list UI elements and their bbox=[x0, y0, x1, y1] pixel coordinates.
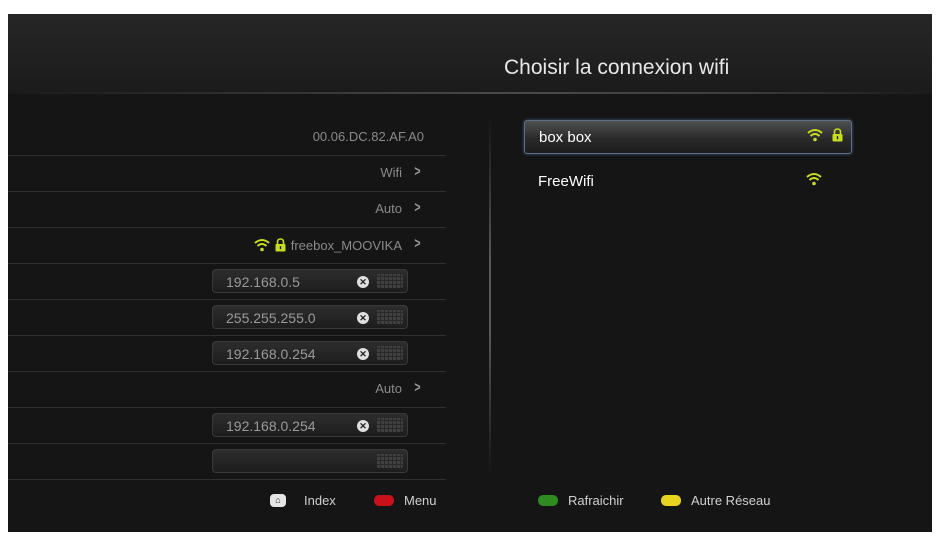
index-hint[interactable]: ⌂ Index bbox=[270, 492, 336, 508]
wifi-network-list: box box FreeWifi bbox=[524, 120, 854, 208]
gateway-field[interactable]: 192.168.0.254 ✕ bbox=[212, 341, 408, 365]
wifi-icon bbox=[254, 238, 270, 252]
menu-hint[interactable]: Menu bbox=[374, 492, 437, 508]
red-key-icon bbox=[374, 494, 394, 506]
connection-type-row[interactable]: Wifi > bbox=[8, 155, 446, 192]
subnet-mask-field[interactable]: 255.255.255.0 ✕ bbox=[212, 305, 408, 329]
dns-secondary-row bbox=[8, 443, 446, 480]
menu-label: Menu bbox=[404, 492, 437, 508]
index-label: Index bbox=[304, 492, 336, 508]
keyboard-icon[interactable] bbox=[377, 310, 403, 324]
network-name: box box bbox=[539, 129, 592, 146]
green-key-icon bbox=[538, 494, 558, 506]
dns-primary-row: 192.168.0.254 ✕ bbox=[8, 407, 446, 444]
clear-icon[interactable]: ✕ bbox=[357, 312, 369, 324]
lock-icon bbox=[275, 238, 286, 252]
clear-icon[interactable]: ✕ bbox=[357, 420, 369, 432]
wifi-icon bbox=[806, 172, 822, 186]
ip-mode-row[interactable]: Auto > bbox=[8, 191, 446, 228]
refresh-hint[interactable]: Rafraichir bbox=[538, 492, 624, 508]
gateway-value: 192.168.0.254 bbox=[226, 346, 316, 362]
panel-divider bbox=[489, 119, 491, 474]
ip-address-row: 192.168.0.5 ✕ bbox=[8, 263, 446, 300]
network-item[interactable]: FreeWifi bbox=[524, 165, 850, 197]
lock-icon bbox=[832, 128, 843, 142]
chevron-right-icon: > bbox=[414, 379, 421, 396]
current-network-info: freebox_MOOVIKA bbox=[254, 235, 402, 255]
clear-icon[interactable]: ✕ bbox=[357, 276, 369, 288]
keyboard-icon[interactable] bbox=[377, 274, 403, 288]
yellow-key-icon bbox=[661, 494, 681, 506]
network-settings-panel: 00.06.DC.82.AF.A0 Wifi > Auto > freebox_… bbox=[8, 119, 448, 489]
refresh-label: Rafraichir bbox=[568, 492, 624, 508]
home-icon: ⌂ bbox=[270, 493, 286, 507]
page-title: Choisir la connexion wifi bbox=[504, 56, 730, 79]
subnet-mask-row: 255.255.255.0 ✕ bbox=[8, 299, 446, 336]
keyboard-icon[interactable] bbox=[377, 454, 403, 468]
network-item-selected[interactable]: box box bbox=[524, 120, 852, 154]
dns-mode-row[interactable]: Auto > bbox=[8, 371, 446, 408]
ip-address-field[interactable]: 192.168.0.5 ✕ bbox=[212, 269, 408, 293]
ip-mode-value: Auto bbox=[375, 201, 402, 216]
current-network-name: freebox_MOOVIKA bbox=[290, 237, 402, 253]
other-network-hint[interactable]: Autre Réseau bbox=[661, 492, 771, 508]
current-network-row[interactable]: freebox_MOOVIKA > bbox=[8, 227, 446, 264]
dns-primary-value: 192.168.0.254 bbox=[226, 418, 316, 434]
gateway-row: 192.168.0.254 ✕ bbox=[8, 335, 446, 372]
subnet-mask-value: 255.255.255.0 bbox=[226, 310, 316, 326]
other-network-label: Autre Réseau bbox=[691, 492, 771, 508]
mac-address-row: 00.06.DC.82.AF.A0 bbox=[8, 119, 446, 156]
network-name: FreeWifi bbox=[538, 173, 594, 190]
ip-address-value: 192.168.0.5 bbox=[226, 274, 300, 290]
dns-mode-value: Auto bbox=[375, 381, 402, 396]
wifi-icon bbox=[807, 128, 823, 142]
clear-icon[interactable]: ✕ bbox=[357, 348, 369, 360]
keyboard-icon[interactable] bbox=[377, 418, 403, 432]
chevron-right-icon: > bbox=[414, 235, 421, 252]
connection-type-value: Wifi bbox=[380, 165, 402, 180]
chevron-right-icon: > bbox=[414, 199, 421, 216]
dns-secondary-field[interactable] bbox=[212, 449, 408, 473]
mac-address-value: 00.06.DC.82.AF.A0 bbox=[312, 129, 424, 144]
header-bar: Choisir la connexion wifi bbox=[8, 14, 932, 92]
chevron-right-icon: > bbox=[414, 163, 421, 180]
header-divider bbox=[8, 92, 932, 94]
dns-primary-field[interactable]: 192.168.0.254 ✕ bbox=[212, 413, 408, 437]
keyboard-icon[interactable] bbox=[377, 346, 403, 360]
tv-screen: Choisir la connexion wifi 00.06.DC.82.AF… bbox=[8, 14, 932, 532]
